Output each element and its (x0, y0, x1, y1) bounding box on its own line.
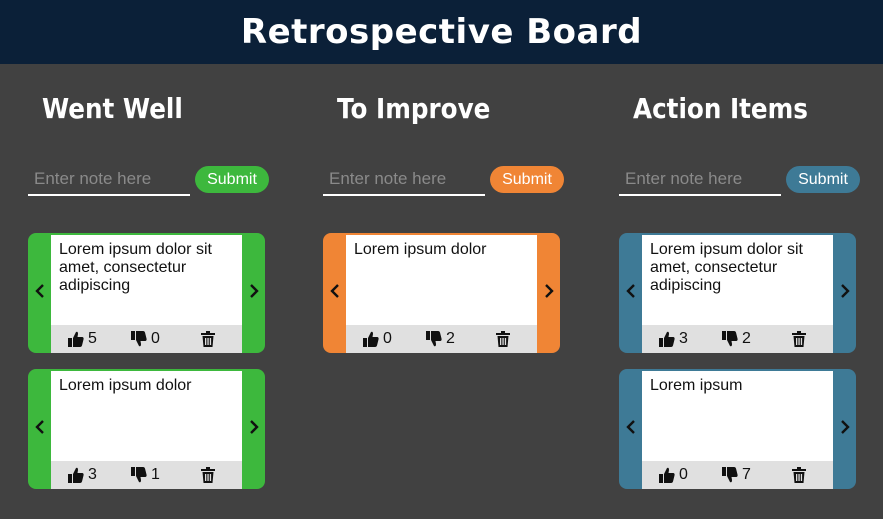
trash-icon[interactable] (201, 325, 215, 353)
page-title: Retrospective Board (240, 12, 643, 52)
move-right-button[interactable] (537, 233, 560, 353)
thumbs-up-icon[interactable] (659, 467, 675, 483)
dislike-count: 0 (151, 330, 160, 347)
app-header: Retrospective Board (0, 0, 883, 64)
chevron-left-icon (34, 419, 45, 439)
thumbs-up-icon[interactable] (659, 331, 675, 347)
trash-icon[interactable] (201, 461, 215, 489)
note-card: Lorem ipsum dolor sit amet, consectetur … (28, 233, 265, 353)
note-text: Lorem ipsum dolor (51, 371, 242, 461)
submit-button[interactable]: Submit (490, 166, 564, 193)
column-title: To Improve (337, 92, 491, 125)
card-footer: 0 7 (642, 461, 833, 489)
like-control: 0 (659, 461, 688, 489)
dislike-count: 2 (446, 330, 455, 347)
like-count: 0 (383, 330, 392, 347)
move-left-button[interactable] (619, 369, 642, 489)
dislike-control: 1 (131, 461, 160, 489)
dislike-count: 2 (742, 330, 751, 347)
column-to-improve: To Improve Submit Lorem ipsum dolor 0 2 (323, 64, 564, 519)
move-right-button[interactable] (242, 233, 265, 353)
thumbs-down-icon[interactable] (131, 331, 147, 347)
submit-button[interactable]: Submit (786, 166, 860, 193)
move-left-button[interactable] (28, 233, 51, 353)
dislike-control: 0 (131, 325, 160, 353)
thumbs-down-icon[interactable] (131, 467, 147, 483)
move-left-button[interactable] (28, 369, 51, 489)
dislike-count: 1 (151, 466, 160, 483)
card-footer: 5 0 (51, 325, 242, 353)
chevron-left-icon (34, 283, 45, 303)
like-count: 0 (679, 466, 688, 483)
chevron-right-icon (840, 419, 850, 439)
card-footer: 3 2 (642, 325, 833, 353)
note-input[interactable] (619, 164, 781, 196)
chevron-right-icon (249, 419, 259, 439)
note-text: Lorem ipsum dolor (346, 235, 537, 325)
dislike-control: 7 (722, 461, 751, 489)
note-input[interactable] (323, 164, 485, 196)
note-input[interactable] (28, 164, 190, 196)
thumbs-down-icon[interactable] (722, 331, 738, 347)
like-count: 3 (88, 466, 97, 483)
dislike-count: 7 (742, 466, 751, 483)
note-card: Lorem ipsum dolor sit amet, consectetur … (619, 233, 856, 353)
column-title: Went Well (42, 92, 183, 125)
chevron-right-icon (544, 283, 554, 303)
thumbs-up-icon[interactable] (68, 467, 84, 483)
move-right-button[interactable] (242, 369, 265, 489)
like-count: 5 (88, 330, 97, 347)
chevron-right-icon (840, 283, 850, 303)
move-right-button[interactable] (833, 233, 856, 353)
chevron-left-icon (329, 283, 340, 303)
thumbs-up-icon[interactable] (363, 331, 379, 347)
trash-icon[interactable] (792, 325, 806, 353)
move-left-button[interactable] (323, 233, 346, 353)
thumbs-down-icon[interactable] (722, 467, 738, 483)
chevron-left-icon (625, 419, 636, 439)
card-list: Lorem ipsum dolor sit amet, consectetur … (619, 233, 856, 505)
like-control: 3 (68, 461, 97, 489)
column-action-items: Action Items Submit Lorem ipsum dolor sit… (619, 64, 860, 519)
card-footer: 0 2 (346, 325, 537, 353)
chevron-right-icon (249, 283, 259, 303)
note-text: Lorem ipsum dolor sit amet, consectetur … (642, 235, 833, 325)
like-control: 5 (68, 325, 97, 353)
move-right-button[interactable] (833, 369, 856, 489)
card-list: Lorem ipsum dolor sit amet, consectetur … (28, 233, 265, 505)
note-card: Lorem ipsum dolor 0 2 (323, 233, 560, 353)
column-title: Action Items (633, 92, 808, 125)
card-list: Lorem ipsum dolor 0 2 (323, 233, 560, 369)
thumbs-up-icon[interactable] (68, 331, 84, 347)
move-left-button[interactable] (619, 233, 642, 353)
like-control: 3 (659, 325, 688, 353)
submit-button[interactable]: Submit (195, 166, 269, 193)
chevron-left-icon (625, 283, 636, 303)
dislike-control: 2 (722, 325, 751, 353)
note-card: Lorem ipsum dolor 3 1 (28, 369, 265, 489)
note-text: Lorem ipsum (642, 371, 833, 461)
like-count: 3 (679, 330, 688, 347)
card-footer: 3 1 (51, 461, 242, 489)
note-card: Lorem ipsum 0 7 (619, 369, 856, 489)
note-text: Lorem ipsum dolor sit amet, consectetur … (51, 235, 242, 325)
like-control: 0 (363, 325, 392, 353)
trash-icon[interactable] (496, 325, 510, 353)
column-went-well: Went Well Submit Lorem ipsum dolor sit am… (28, 64, 269, 519)
trash-icon[interactable] (792, 461, 806, 489)
dislike-control: 2 (426, 325, 455, 353)
thumbs-down-icon[interactable] (426, 331, 442, 347)
